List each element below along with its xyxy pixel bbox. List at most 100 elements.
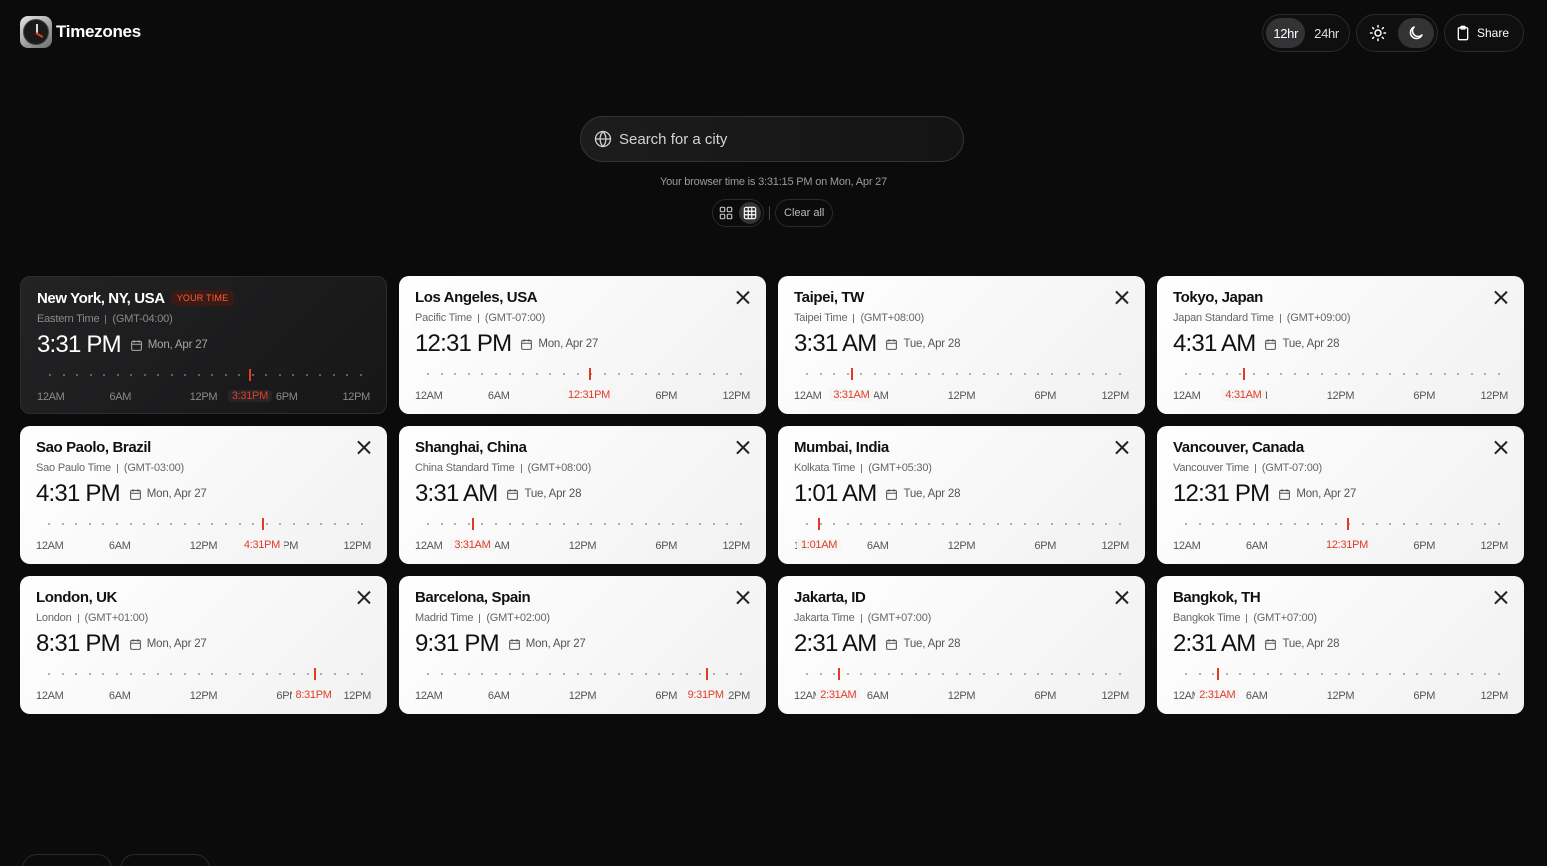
- close-icon[interactable]: [736, 440, 750, 454]
- timeline-label: 6AM: [108, 690, 131, 702]
- hour-tick: [969, 373, 972, 375]
- timezone-card[interactable]: Sao Paolo, Brazil Sao Paulo Time (GMT-03:0…: [20, 426, 387, 564]
- hour-tick: [427, 523, 429, 525]
- hour-tick: [617, 673, 620, 675]
- hour-tick: [685, 523, 688, 525]
- hour-tick: [955, 673, 958, 675]
- close-icon[interactable]: [1494, 440, 1508, 454]
- hour-tick: [508, 373, 511, 375]
- timeline-label: 12PM: [189, 690, 218, 702]
- hour-tick: [914, 373, 917, 375]
- close-icon[interactable]: [736, 290, 750, 304]
- hour-tick: [346, 374, 349, 376]
- hour-tick: [279, 523, 282, 525]
- city-row: Vancouver, Canada: [1173, 438, 1508, 456]
- timeline-labels: 12AM 6AM 12PM 6PM 12PM 9:31PM: [415, 689, 750, 704]
- local-time: 3:31 AM: [794, 330, 877, 357]
- hour-tick: [143, 374, 146, 376]
- hour-tick: [143, 523, 146, 525]
- timeline-label: 6PM: [1034, 390, 1057, 402]
- close-icon[interactable]: [357, 590, 371, 604]
- close-icon[interactable]: [1494, 590, 1508, 604]
- timezone-card[interactable]: Shanghai, China China Standard Time (GMT+0…: [399, 426, 766, 564]
- timezone-info: Vancouver Time (GMT-07:00): [1173, 462, 1508, 474]
- clipboard-icon: [1457, 25, 1469, 41]
- close-icon[interactable]: [1115, 290, 1129, 304]
- hour-tick: [1470, 373, 1473, 375]
- timezone-card[interactable]: New York, NY, USA YOUR TIME Eastern Time (G…: [20, 276, 387, 414]
- close-icon[interactable]: [1494, 290, 1508, 304]
- local-time: 12:31 PM: [415, 330, 512, 357]
- time-row: 4:31 AM Tue, Apr 28: [1173, 330, 1508, 357]
- hour-tick: [102, 523, 105, 525]
- hour-tick: [102, 673, 105, 675]
- date-display: Tue, Apr 28: [885, 488, 960, 501]
- timezone-info: Bangkok Time (GMT+07:00): [1173, 612, 1508, 624]
- current-time-marker: [818, 518, 821, 530]
- dark-theme-button[interactable]: [1397, 18, 1434, 48]
- hour-tick: [819, 673, 822, 675]
- bottom-pill-button[interactable]: [120, 854, 210, 866]
- format-24hr-button[interactable]: 24hr: [1307, 18, 1346, 48]
- current-time-label: 9:31PM: [683, 689, 728, 701]
- date-display: Tue, Apr 28: [885, 338, 960, 351]
- hour-tick: [658, 373, 661, 375]
- timezone-card[interactable]: Taipei, TW Taipei Time (GMT+08:00) 3:31 AM T…: [778, 276, 1145, 414]
- hour-tick: [549, 523, 552, 525]
- hour-tick: [1361, 523, 1364, 525]
- day-timeline: [1185, 368, 1500, 380]
- timezone-info: Pacific Time (GMT-07:00): [415, 312, 750, 324]
- close-icon[interactable]: [1115, 440, 1129, 454]
- hour-tick: [740, 373, 742, 375]
- timezone-card[interactable]: Jakarta, ID Jakarta Time (GMT+07:00) 2:31 A…: [778, 576, 1145, 714]
- timezone-card[interactable]: London, UK London (GMT+01:00) 8:31 PM Mon, A…: [20, 576, 387, 714]
- hour-tick: [806, 673, 808, 675]
- search-input[interactable]: [619, 130, 939, 148]
- hour-tick: [549, 373, 552, 375]
- large-grid-view-button[interactable]: [715, 202, 737, 224]
- timeline-label: 6PM: [275, 391, 298, 403]
- brand[interactable]: Timezones: [20, 16, 141, 48]
- timezone-card[interactable]: Tokyo, Japan Japan Standard Time (GMT+09:0…: [1157, 276, 1524, 414]
- hour-tick: [1091, 373, 1094, 375]
- format-12hr-button[interactable]: 12hr: [1266, 18, 1306, 48]
- header-controls: 12hr 24hr Share: [1262, 14, 1524, 52]
- compact-grid-view-button[interactable]: [739, 202, 761, 224]
- clear-all-button[interactable]: Clear all: [775, 199, 834, 227]
- timezone-card[interactable]: Vancouver, Canada Vancouver Time (GMT-07:0…: [1157, 426, 1524, 564]
- divider: [116, 463, 118, 473]
- hour-tick: [846, 673, 849, 675]
- divider: [479, 613, 481, 623]
- timezone-info: China Standard Time (GMT+08:00): [415, 462, 750, 474]
- timezone-name: London: [36, 612, 72, 624]
- timezone-card[interactable]: Los Angeles, USA Pacific Time (GMT-07:00) 1…: [399, 276, 766, 414]
- hour-tick: [522, 373, 525, 375]
- hour-tick: [617, 523, 620, 525]
- hour-tick: [252, 523, 255, 525]
- bottom-pill-button[interactable]: [22, 854, 112, 866]
- hour-tick: [522, 673, 525, 675]
- timezone-card[interactable]: Barcelona, Spain Madrid Time (GMT+02:00) 9:…: [399, 576, 766, 714]
- hour-tick: [1429, 373, 1432, 375]
- hour-tick: [454, 523, 457, 525]
- close-icon[interactable]: [736, 590, 750, 604]
- hour-tick: [631, 373, 634, 375]
- timeline-label: 12PM: [947, 540, 976, 552]
- hour-tick: [440, 673, 443, 675]
- close-icon[interactable]: [357, 440, 371, 454]
- hour-tick: [61, 673, 64, 675]
- share-button[interactable]: Share: [1443, 14, 1524, 52]
- hour-tick: [427, 673, 429, 675]
- light-theme-button[interactable]: [1360, 18, 1396, 48]
- timezone-card[interactable]: Mumbai, India Kolkata Time (GMT+05:30) 1:01…: [778, 426, 1145, 564]
- timeline-label: 12PM: [342, 391, 370, 403]
- close-icon[interactable]: [1115, 590, 1129, 604]
- city-name: Barcelona, Spain: [415, 588, 531, 606]
- hour-tick: [1198, 673, 1201, 675]
- timezone-card[interactable]: Bangkok, TH Bangkok Time (GMT+07:00) 2:31 A…: [1157, 576, 1524, 714]
- hour-tick: [279, 673, 282, 675]
- hour-tick: [1091, 673, 1094, 675]
- hour-tick: [535, 373, 538, 375]
- hour-tick: [211, 523, 214, 525]
- hour-tick: [1239, 673, 1242, 675]
